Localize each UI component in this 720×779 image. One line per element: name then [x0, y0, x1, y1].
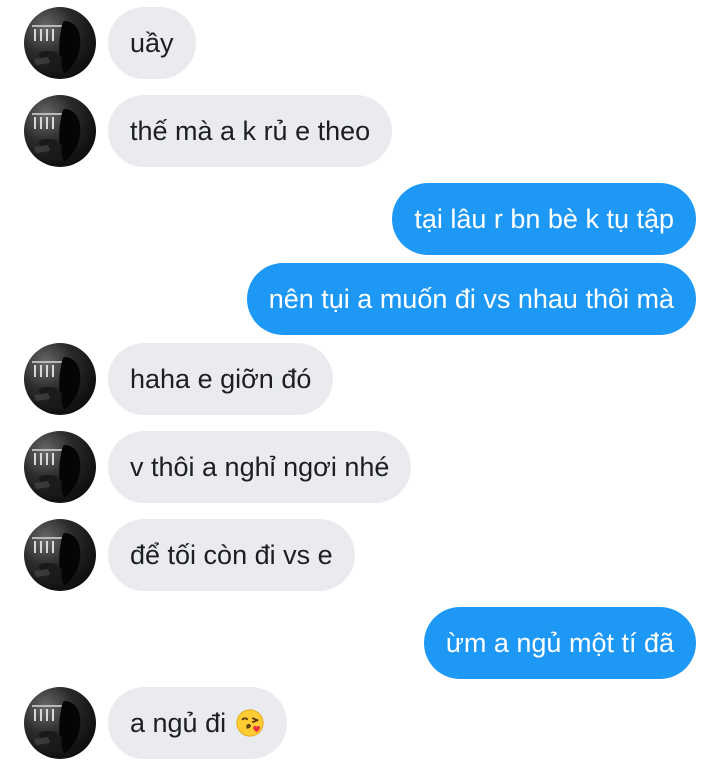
message-row-incoming: v thôi a nghỉ ngơi nhé: [0, 431, 720, 503]
message-text: thế mà a k rủ e theo: [130, 115, 371, 146]
face-blowing-kiss-icon: [235, 708, 265, 738]
incoming-message-bubble[interactable]: haha e giỡn đó: [108, 343, 334, 415]
message-row-incoming: haha e giỡn đó: [0, 343, 720, 415]
message-text: nên tụi a muốn đi vs nhau thôi mà: [268, 283, 674, 314]
contact-avatar[interactable]: [24, 519, 96, 591]
incoming-message-bubble[interactable]: uầy: [108, 7, 196, 79]
message-text: uầy: [130, 27, 174, 58]
avatar-photo-icon: [32, 109, 81, 161]
incoming-message-bubble[interactable]: để tối còn đi vs e: [108, 519, 355, 591]
message-text: v thôi a nghỉ ngơi nhé: [130, 451, 390, 482]
incoming-message-bubble[interactable]: thế mà a k rủ e theo: [108, 95, 393, 167]
message-row-outgoing: nên tụi a muốn đi vs nhau thôi mà: [0, 263, 720, 335]
contact-avatar[interactable]: [24, 95, 96, 167]
outgoing-message-bubble[interactable]: ừm a ngủ một tí đã: [423, 607, 696, 679]
message-text: a ngủ đi: [130, 707, 227, 738]
avatar-photo-icon: [32, 357, 81, 409]
message-text: để tối còn đi vs e: [130, 539, 333, 570]
incoming-message-bubble[interactable]: a ngủ đi: [108, 687, 288, 759]
message-row-incoming: a ngủ đi: [0, 687, 720, 759]
avatar-photo-icon: [32, 21, 81, 73]
outgoing-message-bubble[interactable]: tại lâu r bn bè k tụ tập: [392, 183, 696, 255]
message-row-incoming: để tối còn đi vs e: [0, 519, 720, 591]
contact-avatar[interactable]: [24, 687, 96, 759]
contact-avatar[interactable]: [24, 7, 96, 79]
avatar-photo-icon: [32, 533, 81, 585]
avatar-photo-icon: [32, 701, 81, 753]
message-text: ừm a ngủ một tí đã: [445, 627, 674, 658]
incoming-message-bubble[interactable]: v thôi a nghỉ ngơi nhé: [108, 431, 412, 503]
outgoing-message-bubble[interactable]: nên tụi a muốn đi vs nhau thôi mà: [246, 263, 696, 335]
message-text: haha e giỡn đó: [130, 363, 312, 394]
message-row-incoming: thế mà a k rủ e theo: [0, 95, 720, 167]
avatar-photo-icon: [32, 445, 81, 497]
message-row-outgoing: ừm a ngủ một tí đã: [0, 607, 720, 679]
message-row-outgoing: tại lâu r bn bè k tụ tập: [0, 183, 720, 255]
contact-avatar[interactable]: [24, 343, 96, 415]
contact-avatar[interactable]: [24, 431, 96, 503]
message-thread: uầy thế mà a k rủ e theo tại lâu r bn bè…: [0, 0, 720, 779]
message-row-incoming: uầy: [0, 7, 720, 79]
message-text: tại lâu r bn bè k tụ tập: [414, 203, 674, 234]
